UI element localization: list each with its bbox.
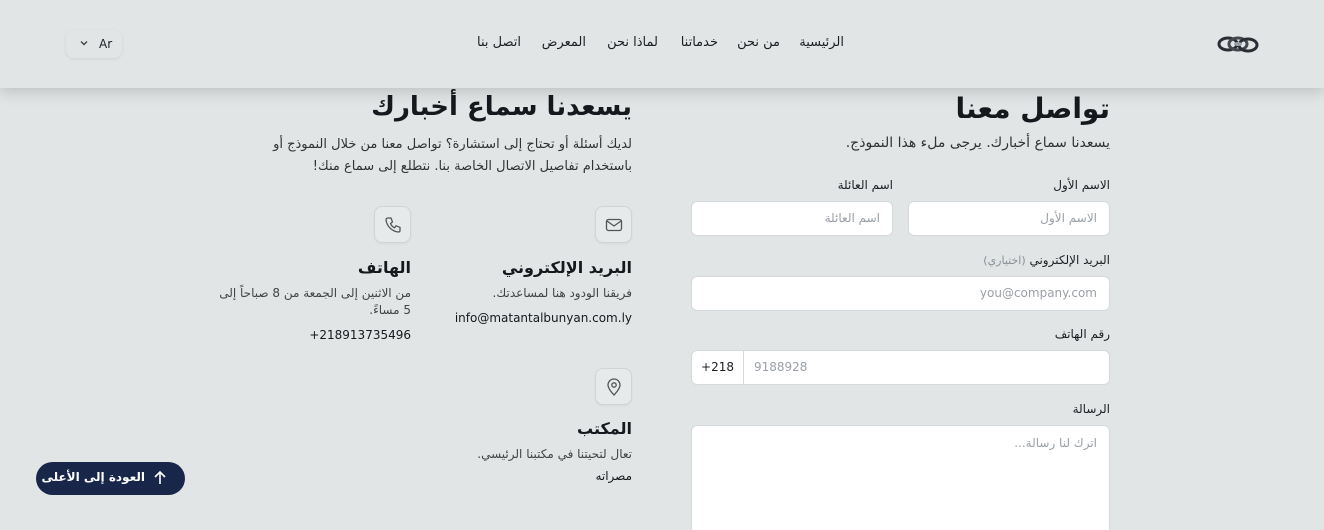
contact-description: لديك أسئلة أو تحتاج إلى استشارة؟ تواصل م…	[273, 137, 632, 174]
phone-label: رقم الهاتف	[1054, 327, 1110, 341]
first-name-input[interactable]: الاسم الأول	[908, 201, 1110, 236]
email-label-text: البريد الإلكتروني	[1029, 253, 1110, 267]
nav-home[interactable]: الرئيسية	[799, 35, 844, 50]
language-selector[interactable]: Ar	[66, 30, 122, 58]
phone-icon	[374, 206, 411, 243]
nav-services[interactable]: خدماتنا	[681, 35, 718, 50]
back-to-top-button[interactable]: العودة إلى الأعلى	[36, 462, 185, 495]
contact-title: يسعدنا سماع أخبارك	[371, 92, 632, 122]
nav-about[interactable]: من نحن	[737, 35, 780, 50]
site-header: الرئيسية من نحن خدماتنا لماذا نحن المعرض…	[0, 0, 1324, 88]
language-label: Ar	[99, 37, 113, 51]
email-input[interactable]: you@company.com	[691, 276, 1110, 311]
chevron-down-icon	[80, 41, 88, 46]
arrow-up-icon	[154, 470, 166, 484]
email-optional-tag: (اختياري)	[983, 254, 1026, 267]
email-card-title: البريد الإلكتروني	[501, 258, 632, 277]
back-to-top-label: العودة إلى الأعلى	[41, 470, 145, 484]
office-card-title: المكتب	[577, 419, 632, 438]
nav-contact[interactable]: اتصل بنا	[477, 35, 521, 50]
form-title: تواصل معنا	[955, 92, 1110, 125]
email-card-value[interactable]: info@matantalbunyan.com.ly	[455, 311, 632, 325]
email-card-text: فريقنا الودود هنا لمساعدتك.	[492, 286, 632, 300]
phone-card-text: من الاثنين إلى الجمعة من 8 صباحاً إلى 5 …	[219, 286, 411, 317]
form-subtitle: يسعدنا سماع أخبارك. يرجى ملء هذا النموذج…	[845, 135, 1110, 151]
phone-input[interactable]: 9188928	[754, 351, 807, 384]
email-label: البريد الإلكتروني (اختياري)	[983, 253, 1110, 267]
office-card-value: مصراته	[595, 469, 632, 483]
contact-page: الرئيسية من نحن خدماتنا لماذا نحن المعرض…	[0, 0, 1324, 530]
country-code-select[interactable]: +218	[692, 351, 744, 384]
mail-icon	[595, 206, 632, 243]
phone-card-title: الهاتف	[357, 258, 411, 277]
office-card-text: تعال لتحيتنا في مكتبنا الرئيسي.	[477, 447, 632, 461]
last-name-label: اسم العائلة	[837, 178, 893, 192]
first-name-label: الاسم الأول	[1053, 178, 1110, 192]
phone-card-value[interactable]: +218913735496	[309, 328, 411, 342]
nav-why-us[interactable]: لماذا نحن	[607, 35, 658, 50]
map-pin-icon	[595, 368, 632, 405]
phone-field: +218 9188928	[691, 350, 1110, 385]
nav-gallery[interactable]: المعرض	[542, 35, 586, 50]
message-textarea[interactable]: اترك لنا رسالة...	[691, 425, 1110, 530]
main-nav: الرئيسية من نحن خدماتنا لماذا نحن المعرض…	[0, 35, 1324, 55]
last-name-input[interactable]: اسم العائلة	[691, 201, 893, 236]
message-label: الرسالة	[1072, 402, 1110, 416]
